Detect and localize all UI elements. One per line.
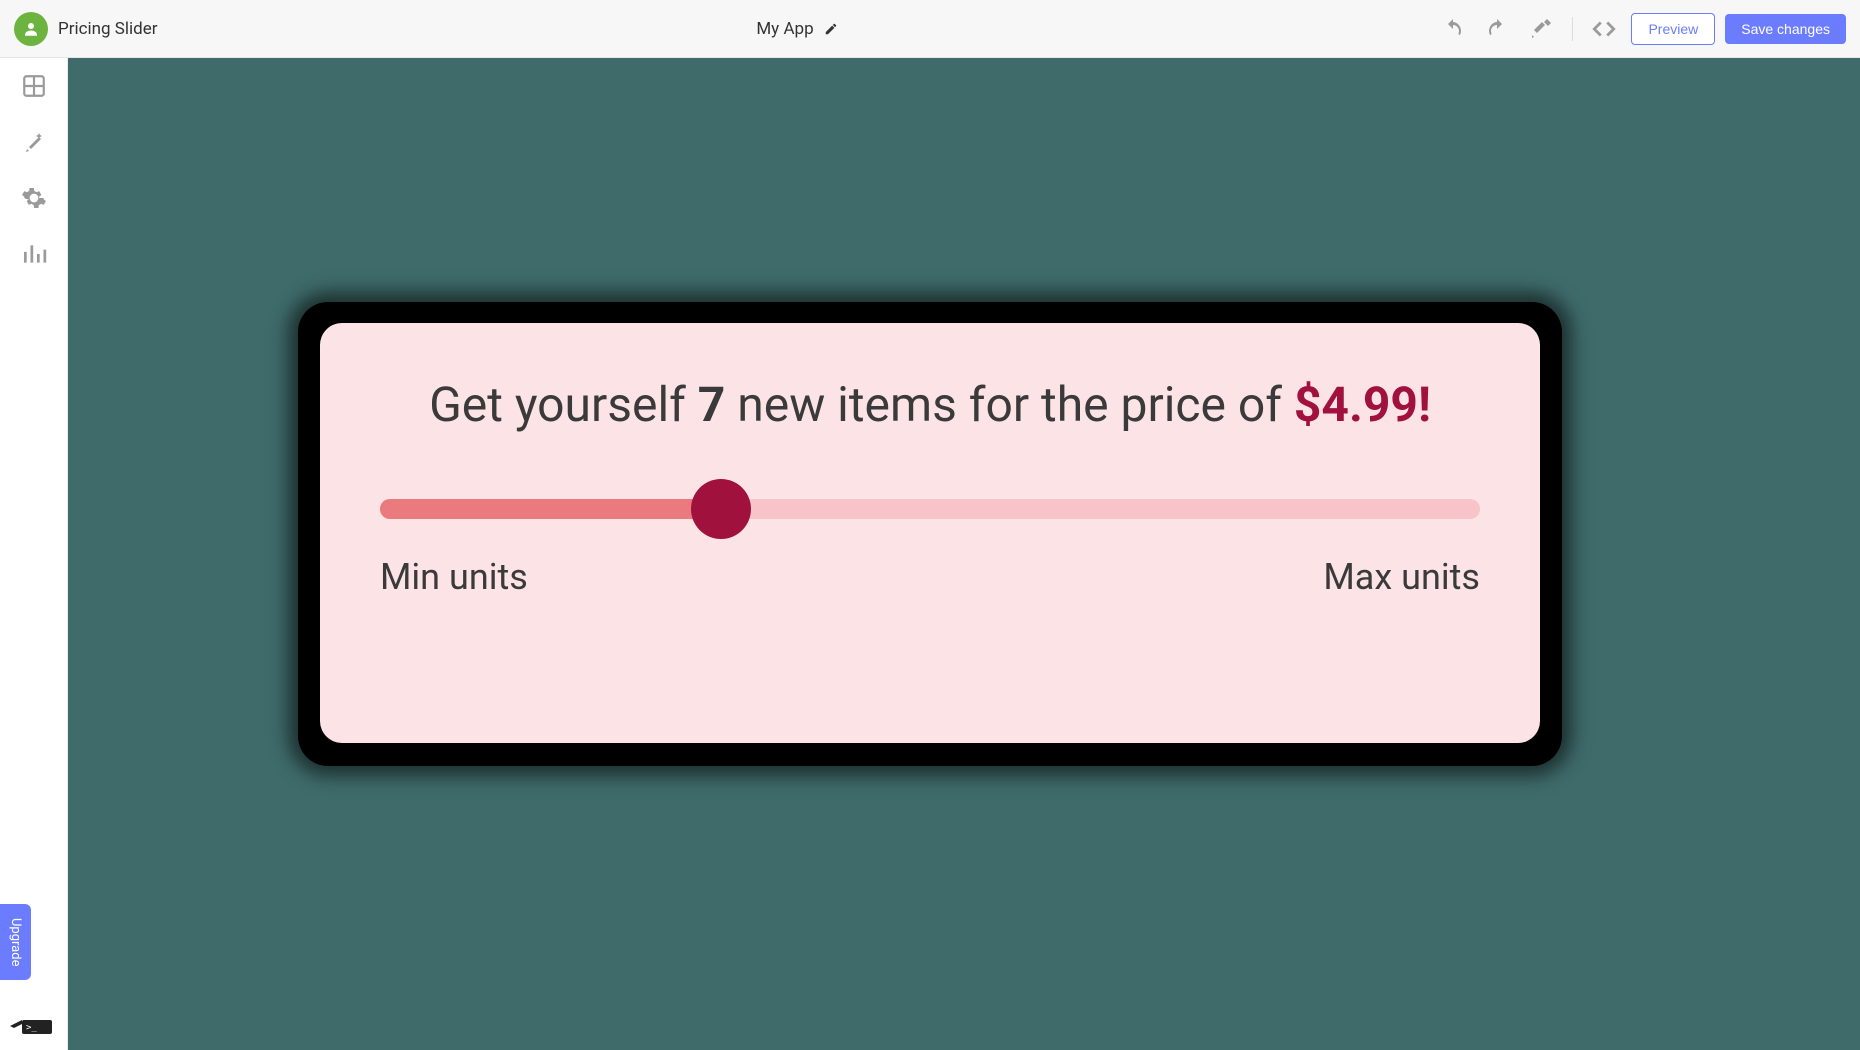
top-header: Pricing Slider My App Preview Save chang… — [0, 0, 1860, 58]
header-left: Pricing Slider — [14, 12, 158, 46]
terminal-icon: >_ — [8, 1008, 54, 1036]
pricing-headline: Get yourself 7 new items for the price o… — [380, 373, 1480, 438]
price-value: $4.99! — [1294, 376, 1431, 433]
sidebar-tools-button[interactable] — [20, 128, 48, 156]
slider-thumb[interactable] — [691, 479, 751, 539]
redo-button[interactable] — [1480, 12, 1514, 46]
app-title[interactable]: My App — [756, 19, 813, 39]
undo-button[interactable] — [1436, 12, 1470, 46]
preview-button[interactable]: Preview — [1631, 13, 1715, 45]
sidebar-grid-button[interactable] — [20, 72, 48, 100]
save-button[interactable]: Save changes — [1725, 14, 1846, 44]
divider — [1572, 17, 1573, 41]
pencil-icon[interactable] — [824, 22, 838, 36]
code-icon — [1591, 16, 1617, 42]
header-right: Preview Save changes — [1436, 12, 1846, 46]
undo-icon — [1441, 17, 1465, 41]
canvas-area[interactable]: Get yourself 7 new items for the price o… — [68, 58, 1860, 1050]
gear-icon — [21, 185, 47, 211]
slider-labels: Min units Max units — [380, 556, 1480, 598]
sidebar-settings-button[interactable] — [20, 184, 48, 212]
left-sidebar — [0, 58, 68, 1050]
chart-icon — [21, 241, 47, 267]
headline-prefix: Get yourself — [429, 376, 698, 433]
redo-icon — [1485, 17, 1509, 41]
upgrade-tab[interactable]: Upgrade — [0, 904, 31, 980]
min-units-label: Min units — [380, 556, 528, 598]
item-count: 7 — [698, 376, 726, 433]
project-name: Pricing Slider — [58, 19, 158, 39]
svg-text:>_: >_ — [26, 1023, 37, 1033]
slider-fill — [380, 499, 721, 519]
pricing-card[interactable]: Get yourself 7 new items for the price o… — [320, 323, 1540, 743]
header-center: My App — [756, 19, 837, 39]
headline-mid: new items for the price of — [725, 376, 1294, 433]
hammer-icon — [1529, 17, 1553, 41]
avatar[interactable] — [14, 12, 48, 46]
wand-icon — [22, 130, 46, 154]
avatar-icon — [22, 20, 40, 38]
build-button[interactable] — [1524, 12, 1558, 46]
grid-icon — [21, 73, 47, 99]
code-button[interactable] — [1587, 12, 1621, 46]
max-units-label: Max units — [1323, 556, 1480, 598]
units-slider[interactable] — [380, 484, 1480, 534]
sidebar-analytics-button[interactable] — [20, 240, 48, 268]
console-button[interactable]: >_ — [8, 1008, 54, 1036]
